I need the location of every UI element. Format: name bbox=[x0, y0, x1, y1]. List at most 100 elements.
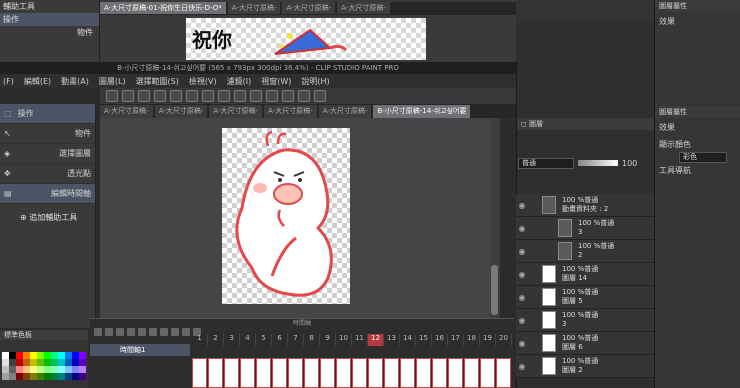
color-swatch[interactable] bbox=[23, 352, 30, 359]
frame-number[interactable]: 15 bbox=[416, 334, 432, 346]
bg-tab[interactable]: A-大尺寸原稿- bbox=[282, 2, 336, 14]
frame-thumbnail[interactable] bbox=[432, 358, 447, 388]
layer-row[interactable]: ◉ 100 %普通 3 bbox=[516, 217, 654, 240]
color-swatch[interactable] bbox=[30, 359, 37, 366]
color-swatch[interactable] bbox=[16, 359, 23, 366]
bg-tab[interactable]: A-大尺寸原稿-01-祝你生日快乐-D-O* bbox=[100, 2, 226, 14]
loop-icon[interactable] bbox=[182, 328, 190, 336]
menu-animation[interactable]: 動畫(A) bbox=[61, 76, 89, 87]
eye-icon[interactable]: ◉ bbox=[516, 247, 528, 256]
doc-tab[interactable]: A-大尺寸原稿- bbox=[154, 105, 208, 118]
layer-row[interactable]: ◉ 100 %普通 2 bbox=[516, 240, 654, 263]
eye-icon[interactable]: ◉ bbox=[516, 316, 528, 325]
frame-number[interactable]: 6 bbox=[272, 334, 288, 346]
menu-help[interactable]: 說明(H) bbox=[301, 76, 329, 87]
color-swatch[interactable] bbox=[51, 359, 58, 366]
opacity-slider[interactable] bbox=[578, 160, 618, 166]
frame-thumbnail[interactable] bbox=[320, 358, 335, 388]
frame-number[interactable]: 8 bbox=[304, 334, 320, 346]
frame-thumbnail[interactable] bbox=[256, 358, 271, 388]
frame-number[interactable]: 10 bbox=[336, 334, 352, 346]
layer-row[interactable]: ◉ 100 %普通 3 bbox=[516, 309, 654, 332]
frame-number[interactable]: 20 bbox=[496, 334, 512, 346]
color-swatch[interactable] bbox=[79, 359, 86, 366]
pen-icon[interactable] bbox=[298, 90, 310, 102]
blend-mode-select[interactable]: 普通 bbox=[518, 157, 574, 169]
frame-number[interactable]: 12 bbox=[368, 334, 384, 346]
menu-window[interactable]: 視窗(W) bbox=[261, 76, 291, 87]
frame-thumbnail[interactable] bbox=[416, 358, 431, 388]
frame-number[interactable]: 7 bbox=[288, 334, 304, 346]
transform-icon[interactable] bbox=[202, 90, 214, 102]
color-swatch[interactable] bbox=[65, 366, 72, 373]
frame-number[interactable]: 9 bbox=[320, 334, 336, 346]
eye-icon[interactable]: ◉ bbox=[516, 201, 528, 210]
deselect-icon[interactable] bbox=[218, 90, 230, 102]
frame-thumbnail[interactable] bbox=[240, 358, 255, 388]
grid-icon[interactable] bbox=[314, 90, 326, 102]
color-swatch[interactable] bbox=[37, 352, 44, 359]
eye-icon[interactable]: ◉ bbox=[516, 270, 528, 279]
color-swatch[interactable] bbox=[23, 366, 30, 373]
zoom-in-icon[interactable] bbox=[116, 328, 124, 336]
color-swatch[interactable] bbox=[30, 352, 37, 359]
frame-number[interactable]: 3 bbox=[224, 334, 240, 346]
sub-tool-select-layer[interactable]: ◈ 選擇圖層 bbox=[0, 144, 95, 164]
frame-number[interactable]: 1 bbox=[192, 334, 208, 346]
color-swatch[interactable] bbox=[2, 373, 9, 380]
eye-icon[interactable]: ◉ bbox=[516, 362, 528, 371]
frame-number[interactable]: 13 bbox=[384, 334, 400, 346]
frame-thumbnail[interactable] bbox=[400, 358, 415, 388]
color-swatch[interactable] bbox=[37, 359, 44, 366]
color-swatch[interactable] bbox=[37, 373, 44, 380]
menu-filter[interactable]: 濾鏡(I) bbox=[227, 76, 252, 87]
color-swatch[interactable] bbox=[65, 352, 72, 359]
frame-thumbnail[interactable] bbox=[384, 358, 399, 388]
bg-tab[interactable]: A-大尺寸原稿- bbox=[227, 2, 281, 14]
eye-icon[interactable]: ◉ bbox=[516, 339, 528, 348]
first-frame-icon[interactable] bbox=[127, 328, 135, 336]
doc-tab-active[interactable]: B-小尺寸原稿-14-쉬고싶어要 bbox=[373, 105, 471, 118]
frame-number[interactable]: 11 bbox=[352, 334, 368, 346]
frame-thumbnail[interactable] bbox=[480, 358, 495, 388]
sub-tool-object[interactable]: ↖ 物件 bbox=[0, 124, 95, 144]
color-swatch[interactable] bbox=[2, 366, 9, 373]
color-swatch[interactable] bbox=[30, 366, 37, 373]
menu-file[interactable]: (F) bbox=[3, 77, 14, 86]
frame-thumbnail[interactable] bbox=[208, 358, 223, 388]
invert-icon[interactable] bbox=[250, 90, 262, 102]
frame-thumbnail[interactable] bbox=[224, 358, 239, 388]
frame-number[interactable]: 14 bbox=[400, 334, 416, 346]
color-swatch[interactable] bbox=[30, 373, 37, 380]
color-swatch[interactable] bbox=[2, 352, 9, 359]
undo-icon[interactable] bbox=[154, 90, 166, 102]
color-swatch[interactable] bbox=[72, 366, 79, 373]
frame-number[interactable]: 19 bbox=[480, 334, 496, 346]
clear-icon[interactable] bbox=[186, 90, 198, 102]
color-swatch[interactable] bbox=[9, 366, 16, 373]
layer-row[interactable]: ◉ 100 %普通 圖層 5 bbox=[516, 286, 654, 309]
color-swatch[interactable] bbox=[79, 366, 86, 373]
play-icon[interactable] bbox=[149, 328, 157, 336]
color-swatch[interactable] bbox=[51, 352, 58, 359]
color-swatch[interactable] bbox=[23, 359, 30, 366]
menu-view[interactable]: 檢視(V) bbox=[189, 76, 217, 87]
color-swatch[interactable] bbox=[79, 373, 86, 380]
color-swatch[interactable] bbox=[72, 352, 79, 359]
menu-edit[interactable]: 編輯(E) bbox=[24, 76, 51, 87]
layer-row[interactable]: ◉ 100 %普通 圖層 6 bbox=[516, 332, 654, 355]
frame-thumbnail[interactable] bbox=[352, 358, 367, 388]
new-icon[interactable] bbox=[106, 90, 118, 102]
color-swatch[interactable] bbox=[58, 352, 65, 359]
frame-number[interactable]: 4 bbox=[240, 334, 256, 346]
color-swatch[interactable] bbox=[9, 352, 16, 359]
crop-icon[interactable] bbox=[234, 90, 246, 102]
color-swatch[interactable] bbox=[2, 359, 9, 366]
snap-icon[interactable] bbox=[282, 90, 294, 102]
frame-thumbnail[interactable] bbox=[448, 358, 463, 388]
frame-thumbnail[interactable] bbox=[368, 358, 383, 388]
add-sub-tool-button[interactable]: ⊕ 追加輔助工具 bbox=[0, 212, 95, 223]
menu-selection[interactable]: 選擇範圍(S) bbox=[136, 76, 179, 87]
bg-tab[interactable]: A-大尺寸原稿- bbox=[337, 2, 390, 14]
color-swatch[interactable] bbox=[58, 366, 65, 373]
